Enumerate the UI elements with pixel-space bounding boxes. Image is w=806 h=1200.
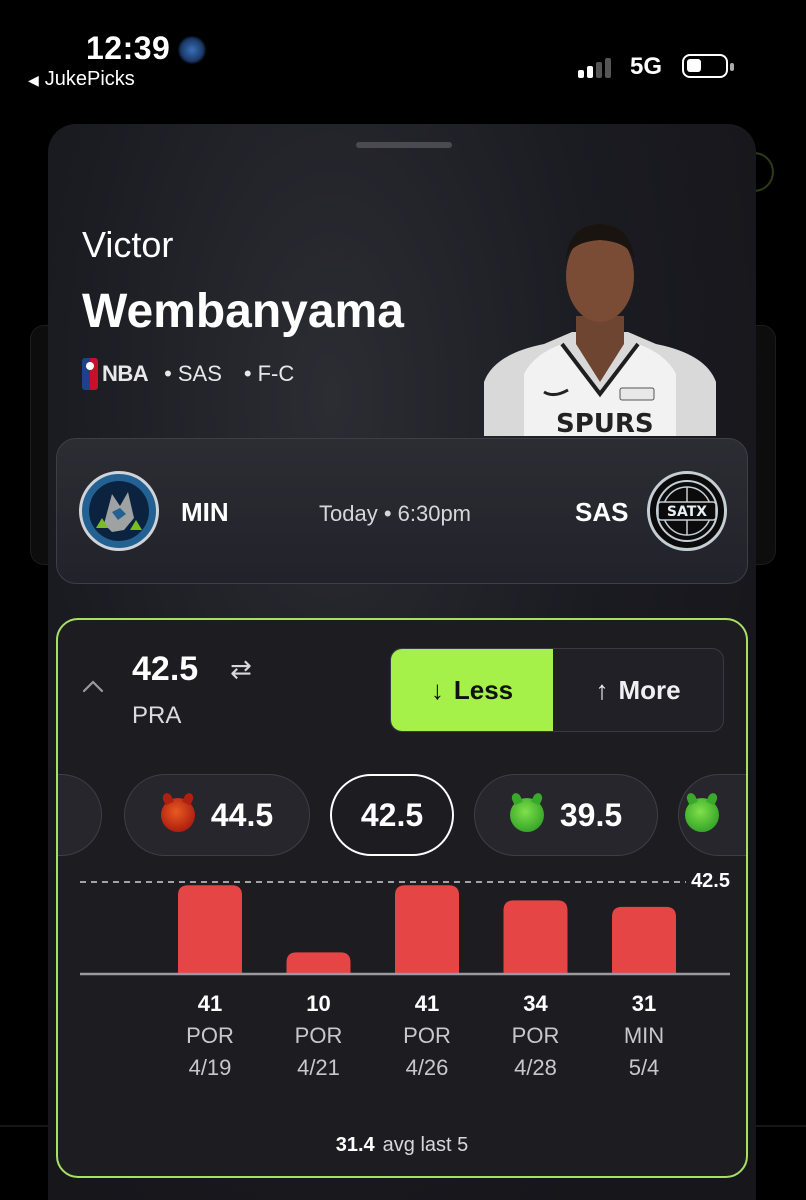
- devil-face-icon: [160, 798, 195, 832]
- player-sheet: Victor Wembanyama NBA • SAS • F-C SPURS: [48, 124, 756, 1200]
- chart-value-label: 41: [197, 991, 223, 1016]
- less-button[interactable]: ↓ Less: [391, 649, 553, 731]
- focus-indicator-icon: [178, 36, 206, 64]
- chart-game-label: 41 POR 4/19: [170, 988, 250, 1084]
- chevron-up-icon[interactable]: [82, 676, 104, 698]
- player-meta: NBA • SAS • F-C: [82, 358, 294, 390]
- player-team: SAS: [177, 361, 222, 386]
- clock: 12:39: [86, 30, 171, 66]
- prop-stat-label: PRA: [132, 702, 182, 729]
- chart-opponent-label: MIN: [623, 1023, 665, 1048]
- back-app-label: JukePicks: [44, 68, 135, 90]
- prop-card: 42.5 ⇄ PRA ↓ Less ↑ More 44.5 42.5 39.5 …: [56, 618, 748, 1178]
- chart-date-label: 4/26: [405, 1055, 449, 1080]
- spurs-logo-icon: SATX: [647, 471, 727, 551]
- chart-bar[interactable]: [503, 900, 568, 974]
- more-button[interactable]: ↑ More: [553, 649, 723, 731]
- chart-opponent-label: POR: [511, 1023, 560, 1048]
- nba-logo-icon: [82, 358, 98, 390]
- chart-date-label: 4/28: [514, 1055, 557, 1080]
- chart-value-label: 31: [631, 991, 657, 1016]
- game-time: Today • 6:30pm: [319, 501, 472, 526]
- alt-line-pill-partial[interactable]: [58, 774, 102, 856]
- chart-date-label: 4/19: [188, 1055, 232, 1080]
- chart-value-label: 34: [523, 991, 548, 1016]
- arrow-up-icon: ↑: [595, 674, 609, 705]
- alt-lines-scroller[interactable]: 44.5 42.5 39.5: [58, 772, 746, 860]
- player-first-name: Victor: [82, 224, 174, 265]
- chart-bar[interactable]: [612, 906, 676, 974]
- background-card-left: [30, 325, 50, 565]
- chart-game-label: 31 MIN 5/4: [604, 988, 684, 1084]
- player-position: F-C: [257, 361, 295, 386]
- chart-value-label: 41: [414, 991, 440, 1016]
- league-label: NBA: [102, 361, 149, 386]
- prop-line-value: 42.5: [132, 650, 199, 688]
- svg-text:SPURS: SPURS: [556, 409, 654, 436]
- battery-icon: [682, 54, 734, 78]
- chart-game-label: 34 POR 4/28: [496, 988, 576, 1084]
- chart-date-label: 4/21: [297, 1055, 340, 1080]
- alt-line-pill[interactable]: 44.5: [124, 774, 310, 856]
- chart-game-label: 10 POR 4/21: [279, 988, 359, 1084]
- back-triangle-icon: ◀: [28, 72, 39, 88]
- timberwolves-logo-icon: [79, 471, 159, 551]
- back-to-app-link[interactable]: ◀ JukePicks: [28, 68, 135, 91]
- away-team-abbr: MIN: [181, 497, 229, 527]
- smiling-imp-icon: [509, 798, 544, 832]
- status-bar: 12:39 ◀ JukePicks 5G: [0, 0, 806, 100]
- average-summary: 31.4 avg last 5: [58, 1134, 746, 1157]
- chart-line-label: 42.5: [691, 870, 730, 892]
- chart-bar[interactable]: [286, 952, 351, 974]
- average-label: avg last 5: [382, 1134, 469, 1156]
- chart-opponent-label: POR: [403, 1023, 451, 1048]
- chart-opponent-label: POR: [186, 1023, 234, 1048]
- chart-bar[interactable]: [395, 885, 459, 974]
- player-headshot: SPURS: [484, 204, 716, 436]
- player-last-name: Wembanyama: [82, 285, 404, 338]
- chart-bar[interactable]: [178, 885, 242, 974]
- chart-value-label: 10: [306, 991, 331, 1016]
- alt-line-pill-partial[interactable]: [678, 774, 746, 856]
- home-team-abbr: SAS: [575, 497, 629, 527]
- background-card-right: [756, 325, 776, 565]
- alt-line-pill-selected[interactable]: 42.5: [330, 774, 454, 856]
- sheet-grabber[interactable]: [356, 142, 452, 148]
- network-type: 5G: [630, 53, 663, 80]
- average-value: 31.4: [335, 1134, 375, 1156]
- alt-line-pill[interactable]: 39.5: [474, 774, 658, 856]
- chart-opponent-label: POR: [294, 1023, 343, 1048]
- swap-arrows-icon[interactable]: ⇄: [230, 654, 252, 685]
- cellular-signal-icon: [578, 56, 618, 78]
- arrow-down-icon: ↓: [430, 674, 444, 705]
- recent-games-chart: 42.5 41 POR 4/19 10 POR 4/21 41 POR 4/26 34 POR 4/2…: [80, 870, 730, 1126]
- pick-toggle: ↓ Less ↑ More: [390, 648, 724, 732]
- game-matchup-card[interactable]: MIN Today • 6:30pm SAS SATX: [56, 438, 748, 584]
- smiling-imp-icon: [685, 798, 719, 832]
- spurs-logo-text: SATX: [667, 504, 707, 520]
- chart-date-label: 5/4: [628, 1055, 660, 1080]
- chart-game-label: 41 POR 4/26: [387, 988, 467, 1084]
